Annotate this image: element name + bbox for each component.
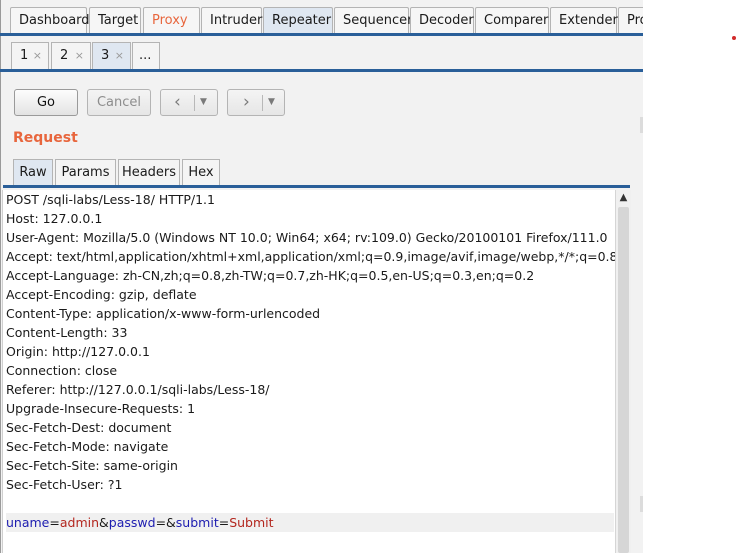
tab-decoder[interactable]: Decoder (410, 7, 474, 33)
repeater-tab-label: 2 (60, 48, 69, 63)
header-accept: Accept: text/html,application/xhtml+xml,… (6, 249, 618, 264)
equals-sign: = (49, 515, 60, 530)
repeater-tab-label: 3 (101, 48, 110, 63)
header-origin: Origin: http://127.0.0.1 (6, 344, 150, 359)
repeater-tab-1[interactable]: 1 × (11, 42, 49, 69)
close-icon[interactable]: × (115, 43, 124, 69)
tab-dashboard[interactable]: Dashboard (10, 7, 90, 33)
header-content-type: Content-Type: application/x-www-form-url… (6, 306, 321, 321)
request-title: Request (13, 130, 78, 146)
chevron-down-icon[interactable]: ▼ (200, 90, 207, 115)
tab-extender[interactable]: Extender (550, 7, 618, 33)
tab-repeater[interactable]: Repeater (263, 7, 333, 34)
red-dot-marker (732, 36, 736, 40)
header-sec-fetch-site: Sec-Fetch-Site: same-origin (6, 458, 178, 473)
ampersand: & (166, 515, 176, 530)
tab-proxy[interactable]: Proxy (143, 7, 200, 33)
header-accept-language: Accept-Language: zh-CN,zh;q=0.8,zh-TW;q=… (6, 268, 535, 283)
param-name: uname (6, 515, 50, 530)
forward-button[interactable]: › ▼ (227, 89, 285, 116)
param-name: passwd (108, 515, 156, 530)
header-connection: Connection: close (6, 363, 118, 378)
go-button[interactable]: Go (14, 89, 78, 116)
scroll-thumb[interactable] (618, 207, 629, 553)
repeater-tab-underline (0, 69, 643, 72)
repeater-tab-3[interactable]: 3 × (92, 42, 131, 69)
param-value: admin (59, 515, 100, 530)
request-editor[interactable]: POST /sqli-labs/Less-18/ HTTP/1.1 Host: … (2, 190, 618, 553)
tab-project-options[interactable]: Proje (618, 7, 643, 33)
header-referer: Referer: http://127.0.0.1/sqli-labs/Less… (6, 382, 270, 397)
scroll-up-icon[interactable]: ▲ (616, 190, 631, 206)
desktop-background (643, 0, 738, 553)
new-tab-button[interactable]: ... (132, 42, 160, 69)
main-tab-underline (0, 33, 643, 36)
equals-sign: = (218, 515, 230, 530)
header-host: Host: 127.0.0.1 (6, 211, 103, 226)
forward-arrow-icon: › (243, 92, 250, 112)
tab-comparer[interactable]: Comparer (475, 7, 549, 33)
tab-sequencer[interactable]: Sequencer (334, 7, 412, 33)
header-sec-fetch-user: Sec-Fetch-User: ?1 (6, 477, 123, 492)
button-separator (262, 95, 263, 111)
close-icon[interactable]: × (75, 43, 84, 69)
back-button[interactable]: ‹ ▼ (160, 89, 218, 116)
tab-intruder[interactable]: Intruder (201, 7, 262, 33)
close-icon[interactable]: × (33, 43, 42, 69)
cancel-button[interactable]: Cancel (87, 89, 151, 116)
back-arrow-icon: ‹ (174, 92, 181, 112)
window-left-border (0, 0, 1, 553)
header-sec-fetch-dest: Sec-Fetch-Dest: document (6, 420, 172, 435)
param-name: submit (175, 515, 219, 530)
repeater-tab-label: 1 (20, 48, 29, 63)
header-upgrade-insecure-requests: Upgrade-Insecure-Requests: 1 (6, 401, 196, 416)
param-value: Submit (229, 515, 274, 530)
tab-params[interactable]: Params (55, 159, 116, 186)
burp-suite-window: Dashboard Target Proxy Intruder Repeater… (0, 0, 643, 553)
header-sec-fetch-mode: Sec-Fetch-Mode: navigate (6, 439, 169, 454)
tab-hex[interactable]: Hex (182, 159, 220, 186)
editor-scrollbar[interactable]: ▲ (615, 190, 631, 553)
chevron-down-icon[interactable]: ▼ (268, 90, 275, 115)
request-body: uname=admin&passwd=&submit=Submit (6, 513, 614, 532)
header-user-agent: User-Agent: Mozilla/5.0 (Windows NT 10.0… (6, 230, 608, 245)
repeater-tab-2[interactable]: 2 × (51, 42, 91, 69)
header-accept-encoding: Accept-Encoding: gzip, deflate (6, 287, 197, 302)
ampersand: & (99, 515, 109, 530)
request-tab-underline (3, 185, 630, 188)
tab-headers[interactable]: Headers (118, 159, 180, 186)
tab-target[interactable]: Target (89, 7, 141, 33)
tab-raw[interactable]: Raw (13, 159, 53, 186)
button-separator (194, 95, 195, 111)
header-content-length: Content-Length: 33 (6, 325, 128, 340)
equals-sign: = (155, 515, 167, 530)
request-line: POST /sqli-labs/Less-18/ HTTP/1.1 (6, 192, 215, 207)
